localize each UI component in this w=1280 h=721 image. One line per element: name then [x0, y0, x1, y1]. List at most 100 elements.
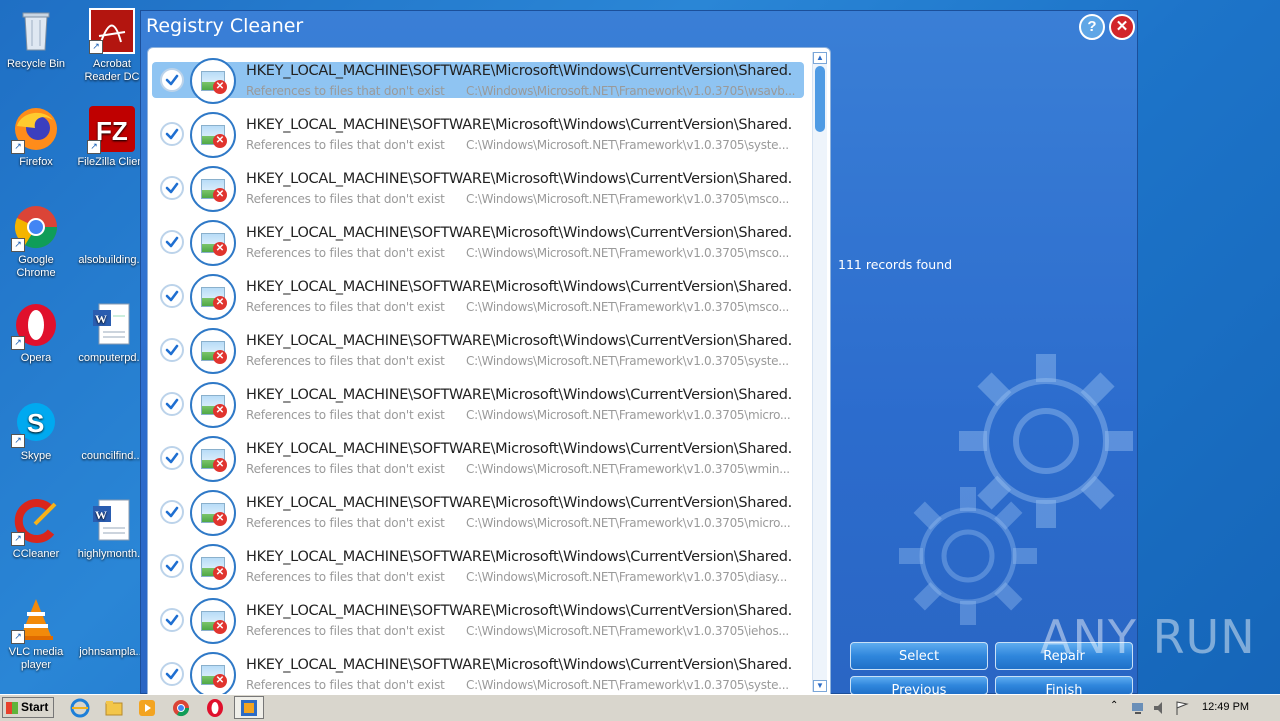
- registry-row[interactable]: ✕ HKEY_LOCAL_MACHINE\SOFTWARE\Microsoft\W…: [152, 652, 806, 696]
- row-checkbox[interactable]: [160, 176, 184, 200]
- row-registry-key: HKEY_LOCAL_MACHINE\SOFTWARE\Microsoft\Wi…: [246, 333, 792, 349]
- desktop-icon-filezilla[interactable]: FZ ↗ FileZilla Client: [76, 106, 148, 169]
- row-checkbox[interactable]: [160, 284, 184, 308]
- blank-file-icon: [89, 596, 135, 642]
- ccleaner-icon: ↗: [11, 498, 59, 546]
- error-x-icon: ✕: [213, 458, 227, 472]
- error-x-icon: ✕: [213, 620, 227, 634]
- finish-button[interactable]: Finish: [995, 676, 1133, 698]
- shortcut-arrow-icon: ↗: [11, 140, 25, 154]
- volume-icon[interactable]: [1152, 700, 1168, 716]
- desktop-icon-vlc[interactable]: ↗ VLC media player: [0, 596, 72, 672]
- row-checkbox[interactable]: [160, 230, 184, 254]
- chrome-icon[interactable]: [171, 698, 191, 718]
- checkmark-icon: [165, 128, 179, 140]
- chrome-icon: ↗: [11, 204, 59, 252]
- row-registry-key: HKEY_LOCAL_MACHINE\SOFTWARE\Microsoft\Wi…: [246, 657, 792, 673]
- checkmark-icon: [165, 290, 179, 302]
- row-registry-key: HKEY_LOCAL_MACHINE\SOFTWARE\Microsoft\Wi…: [246, 63, 792, 79]
- desktop-icon-acrobat[interactable]: ↗ Acrobat Reader DC: [76, 8, 148, 84]
- row-checkbox[interactable]: [160, 338, 184, 362]
- desktop-icon-label: Skype: [20, 450, 52, 462]
- row-issue-type: References to files that don't exist: [246, 678, 445, 692]
- row-file-path: C:\Windows\Microsoft.NET\Framework\v1.0.…: [466, 570, 787, 584]
- taskbar-clock[interactable]: 12:49 PM: [1202, 701, 1249, 713]
- scroll-down-icon[interactable]: ▼: [813, 680, 827, 692]
- registry-row[interactable]: ✕ HKEY_LOCAL_MACHINE\SOFTWARE\Microsoft\W…: [152, 166, 806, 220]
- registry-row[interactable]: ✕ HKEY_LOCAL_MACHINE\SOFTWARE\Microsoft\W…: [152, 490, 806, 544]
- anyrun-watermark: ANY RUN: [1040, 610, 1256, 664]
- window-title: Registry Cleaner: [146, 15, 304, 37]
- scroll-thumb[interactable]: [815, 66, 825, 132]
- registry-row[interactable]: ✕ HKEY_LOCAL_MACHINE\SOFTWARE\Microsoft\W…: [152, 58, 806, 112]
- desktop-icon-opera[interactable]: ↗ Opera: [0, 302, 72, 365]
- select-button[interactable]: Select: [850, 642, 988, 670]
- desktop-icon-alsobuilding[interactable]: alsobuilding...: [76, 204, 148, 267]
- vlc-icon: ↗: [11, 596, 59, 644]
- desktop-icon-firefox[interactable]: ↗ Firefox: [0, 106, 72, 169]
- shortcut-arrow-icon: ↗: [89, 40, 103, 54]
- desktop-icon-label: Opera: [20, 352, 52, 364]
- row-checkbox[interactable]: [160, 662, 184, 686]
- registry-row[interactable]: ✕ HKEY_LOCAL_MACHINE\SOFTWARE\Microsoft\W…: [152, 274, 806, 328]
- broken-reference-icon: ✕: [190, 598, 236, 644]
- opera-icon[interactable]: [205, 698, 225, 718]
- registry-row[interactable]: ✕ HKEY_LOCAL_MACHINE\SOFTWARE\Microsoft\W…: [152, 220, 806, 274]
- row-checkbox[interactable]: [160, 608, 184, 632]
- registry-row[interactable]: ✕ HKEY_LOCAL_MACHINE\SOFTWARE\Microsoft\W…: [152, 382, 806, 436]
- desktop-icon-highlymonth[interactable]: W highlymonth...: [76, 498, 148, 561]
- word-doc-icon: W: [89, 498, 135, 544]
- row-checkbox[interactable]: [160, 446, 184, 470]
- list-scrollbar[interactable]: ▲ ▼: [812, 52, 827, 692]
- broken-reference-icon: ✕: [190, 274, 236, 320]
- close-button[interactable]: ✕: [1109, 14, 1135, 40]
- desktop-icon-skype[interactable]: S ↗ Skype: [0, 400, 72, 463]
- desktop-icon-johnsampla[interactable]: johnsampla...: [76, 596, 148, 659]
- registry-row[interactable]: ✕ HKEY_LOCAL_MACHINE\SOFTWARE\Microsoft\W…: [152, 328, 806, 382]
- broken-reference-icon: ✕: [190, 382, 236, 428]
- broken-reference-icon: ✕: [190, 58, 236, 104]
- scroll-up-icon[interactable]: ▲: [813, 52, 827, 64]
- registry-row[interactable]: ✕ HKEY_LOCAL_MACHINE\SOFTWARE\Microsoft\W…: [152, 544, 806, 598]
- desktop-icon-label: CCleaner: [12, 548, 60, 560]
- explorer-icon[interactable]: [104, 698, 124, 718]
- desktop-icon-label: Acrobat Reader DC: [84, 58, 140, 83]
- shortcut-arrow-icon: ↗: [11, 630, 25, 644]
- system-tray: ⌃: [1106, 695, 1280, 721]
- row-checkbox[interactable]: [160, 500, 184, 524]
- error-x-icon: ✕: [213, 134, 227, 148]
- error-x-icon: ✕: [213, 296, 227, 310]
- checkmark-icon: [165, 236, 179, 248]
- registry-row[interactable]: ✕ HKEY_LOCAL_MACHINE\SOFTWARE\Microsoft\W…: [152, 112, 806, 166]
- registry-row[interactable]: ✕ HKEY_LOCAL_MACHINE\SOFTWARE\Microsoft\W…: [152, 598, 806, 652]
- registry-row[interactable]: ✕ HKEY_LOCAL_MACHINE\SOFTWARE\Microsoft\W…: [152, 436, 806, 490]
- start-button[interactable]: Start: [2, 697, 54, 718]
- error-x-icon: ✕: [213, 188, 227, 202]
- desktop-icon-label: johnsampla...: [79, 646, 145, 658]
- acrobat-icon: ↗: [89, 8, 135, 54]
- error-x-icon: ✕: [213, 512, 227, 526]
- desktop-icon-computerpd[interactable]: W computerpd...: [76, 302, 148, 365]
- desktop-icon-label: councilfind...: [81, 450, 143, 462]
- checkmark-icon: [165, 74, 179, 86]
- flag-icon[interactable]: [1174, 700, 1190, 716]
- ie-icon[interactable]: [70, 698, 90, 718]
- desktop-icon-chrome[interactable]: ↗ Google Chrome: [0, 204, 72, 280]
- row-checkbox[interactable]: [160, 122, 184, 146]
- row-checkbox[interactable]: [160, 392, 184, 416]
- network-icon[interactable]: [1130, 700, 1146, 716]
- media-player-icon[interactable]: [137, 698, 157, 718]
- tray-expand-icon[interactable]: ⌃: [1110, 700, 1118, 711]
- row-file-path: C:\Windows\Microsoft.NET\Framework\v1.0.…: [466, 300, 789, 314]
- checkmark-icon: [165, 182, 179, 194]
- help-button[interactable]: ?: [1079, 14, 1105, 40]
- desktop-icon-ccleaner[interactable]: ↗ CCleaner: [0, 498, 72, 561]
- taskbar-registry-cleaner[interactable]: [234, 696, 264, 719]
- desktop-icon-councilfind[interactable]: councilfind...: [76, 400, 148, 463]
- previous-button[interactable]: Previous: [850, 676, 988, 698]
- desktop-icon-recycle-bin[interactable]: Recycle Bin: [0, 8, 72, 71]
- desktop-icon-label: alsobuilding...: [78, 254, 146, 266]
- row-checkbox[interactable]: [160, 68, 184, 92]
- checkmark-icon: [165, 344, 179, 356]
- row-checkbox[interactable]: [160, 554, 184, 578]
